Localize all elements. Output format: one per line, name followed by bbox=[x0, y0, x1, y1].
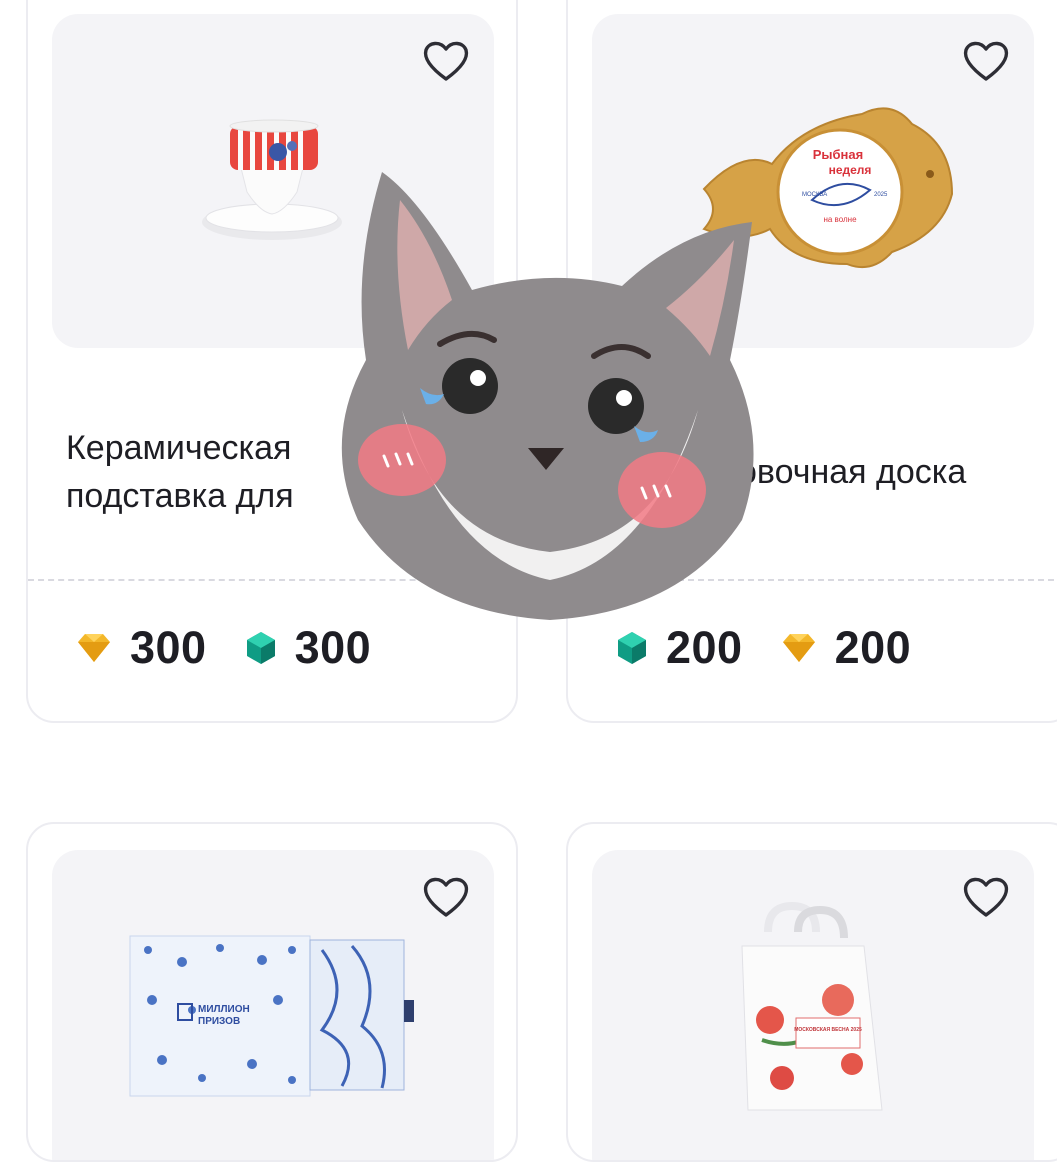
price-value: 300 bbox=[130, 622, 207, 673]
product-image[interactable] bbox=[52, 14, 494, 348]
price-value: 300 bbox=[294, 622, 372, 673]
gold-diamond-icon bbox=[78, 634, 110, 662]
green-gem-icon bbox=[246, 632, 275, 664]
heart-icon[interactable] bbox=[420, 36, 472, 88]
product-card-bag-vase[interactable]: МОСКОВСКАЯ ВЕСНА 2025 bbox=[566, 822, 1057, 1162]
heart-icon[interactable] bbox=[960, 872, 1012, 924]
product-card-gift-box[interactable]: МИЛЛИОН ПРИЗОВ bbox=[26, 822, 518, 1162]
price-row: 300 300 bbox=[76, 622, 393, 674]
price-row: 200 200 bbox=[616, 622, 933, 674]
svg-text:2025: 2025 bbox=[874, 192, 888, 198]
price-gold: 200 bbox=[781, 622, 912, 674]
heart-icon[interactable] bbox=[960, 36, 1012, 88]
price-green: 300 bbox=[245, 622, 372, 674]
svg-text:МОСКВА: МОСКВА bbox=[802, 192, 827, 198]
product-card-cutting-board[interactable]: Рыбная неделя МОСКВА 2025 на волне овочн… bbox=[566, 0, 1057, 723]
product-image[interactable]: Рыбная неделя МОСКВА 2025 на волне bbox=[592, 14, 1034, 348]
product-title[interactable]: Керамическая подставка для bbox=[66, 424, 506, 520]
svg-text:неделя: неделя bbox=[829, 163, 872, 177]
price-gold: 300 bbox=[76, 622, 207, 674]
svg-text:ПРИЗОВ: ПРИЗОВ bbox=[198, 1016, 240, 1027]
product-card-ceramic-stand[interactable]: Керамическая подставка для 300 300 bbox=[26, 0, 518, 723]
divider bbox=[568, 579, 1057, 581]
svg-text:на волне: на волне bbox=[823, 215, 857, 224]
product-image[interactable]: МОСКОВСКАЯ ВЕСНА 2025 bbox=[592, 850, 1034, 1160]
gold-diamond-icon bbox=[782, 634, 815, 662]
product-image[interactable]: МИЛЛИОН ПРИЗОВ bbox=[52, 850, 494, 1160]
svg-text:Рыбная: Рыбная bbox=[813, 147, 863, 162]
svg-text:МОСКОВСКАЯ ВЕСНА 2025: МОСКОВСКАЯ ВЕСНА 2025 bbox=[794, 1027, 862, 1033]
product-title[interactable]: овочная доска bbox=[738, 448, 1057, 496]
price-value: 200 bbox=[834, 622, 912, 673]
price-value: 200 bbox=[666, 622, 743, 673]
heart-icon[interactable] bbox=[420, 872, 472, 924]
divider bbox=[28, 579, 516, 581]
price-green: 200 bbox=[616, 622, 743, 674]
green-gem-icon bbox=[618, 632, 646, 664]
svg-text:МИЛЛИОН: МИЛЛИОН bbox=[198, 1004, 250, 1015]
